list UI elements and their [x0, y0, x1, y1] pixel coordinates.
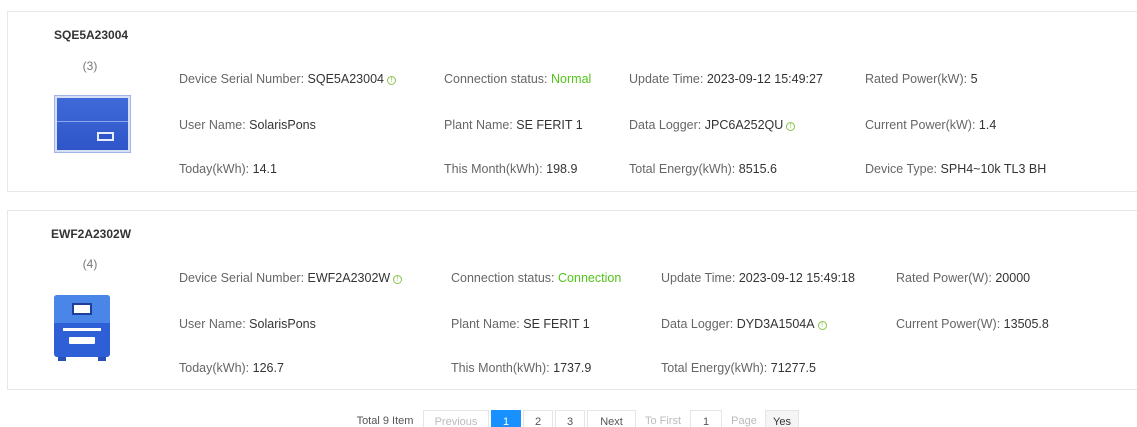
serial-value: EWF2A2302W — [307, 271, 391, 285]
connection-status-field: Connection status: Normal — [444, 72, 592, 86]
to-first-label: To First — [644, 415, 682, 427]
previous-button[interactable]: Previous — [423, 410, 489, 427]
device-count: (4) — [82, 257, 98, 271]
connection-status-value: Normal — [551, 72, 592, 86]
rated-power-field: Rated Power(W): 20000 — [896, 271, 1031, 285]
pagination: Total 9 Item Previous 1 2 3 Next To Firs… — [0, 410, 1137, 427]
connection-status-field: Connection status: Connection — [451, 271, 622, 285]
page-3-button[interactable]: 3 — [555, 410, 585, 427]
user-name-field: User Name: SolarisPons — [179, 118, 316, 132]
total-energy-field: Total Energy(kWh): 8515.6 — [629, 162, 777, 176]
device-count: (3) — [82, 59, 98, 73]
today-energy-field: Today(kWh): 126.7 — [179, 361, 284, 375]
update-time-field: Update Time: 2023-09-12 15:49:18 — [661, 271, 855, 285]
total-items: Total 9 Item — [356, 415, 414, 427]
update-time-field: Update Time: 2023-09-12 15:49:27 — [629, 72, 823, 86]
current-power-field: Current Power(W): 13505.8 — [896, 317, 1049, 331]
current-power-field: Current Power(kW): 1.4 — [865, 118, 997, 132]
page-label: Page — [731, 415, 757, 427]
page-2-button[interactable]: 2 — [523, 410, 553, 427]
page-1-button[interactable]: 1 — [491, 410, 521, 427]
serial-value: SQE5A23004 — [307, 72, 384, 86]
data-logger-field: Data Logger: DYD3A1504A! — [661, 317, 827, 331]
inverter-icon[interactable] — [55, 96, 130, 152]
month-energy-field: This Month(kWh): 1737.9 — [451, 361, 592, 375]
total-energy-field: Total Energy(kWh): 71277.5 — [661, 361, 816, 375]
plant-name-field: Plant Name: SE FERIT 1 — [451, 317, 590, 331]
plant-name-field: Plant Name: SE FERIT 1 — [444, 118, 583, 132]
rated-power-field: Rated Power(kW): 5 — [865, 72, 978, 86]
connection-status-value: Connection — [558, 271, 622, 285]
data-logger-field: Data Logger: JPC6A252QU! — [629, 118, 796, 132]
inverter-icon[interactable] — [54, 295, 110, 361]
device-thumb-column: (3) — [45, 12, 135, 191]
info-icon[interactable]: ! — [817, 321, 827, 330]
info-icon[interactable]: ! — [786, 122, 796, 131]
device-card-1: SQE5A23004 (3) Device Serial Number: SQE… — [7, 11, 1137, 192]
user-name-field: User Name: SolarisPons — [179, 317, 316, 331]
month-energy-field: This Month(kWh): 198.9 — [444, 162, 578, 176]
page-input[interactable]: 1 — [690, 410, 722, 427]
go-button[interactable]: Yes — [765, 410, 799, 427]
serial-field: Device Serial Number: SQE5A23004! — [179, 72, 396, 86]
device-card-2: EWF2A2302W (4) Device Serial Number: EWF… — [7, 210, 1137, 390]
device-type-field: Device Type: SPH4~10k TL3 BH — [865, 162, 1047, 176]
next-button[interactable]: Next — [587, 410, 636, 427]
info-icon[interactable]: ! — [386, 76, 396, 85]
info-icon[interactable]: ! — [393, 275, 403, 284]
serial-field: Device Serial Number: EWF2A2302W! — [179, 271, 403, 285]
today-energy-field: Today(kWh): 14.1 — [179, 162, 277, 176]
device-thumb-column: (4) — [45, 211, 135, 389]
